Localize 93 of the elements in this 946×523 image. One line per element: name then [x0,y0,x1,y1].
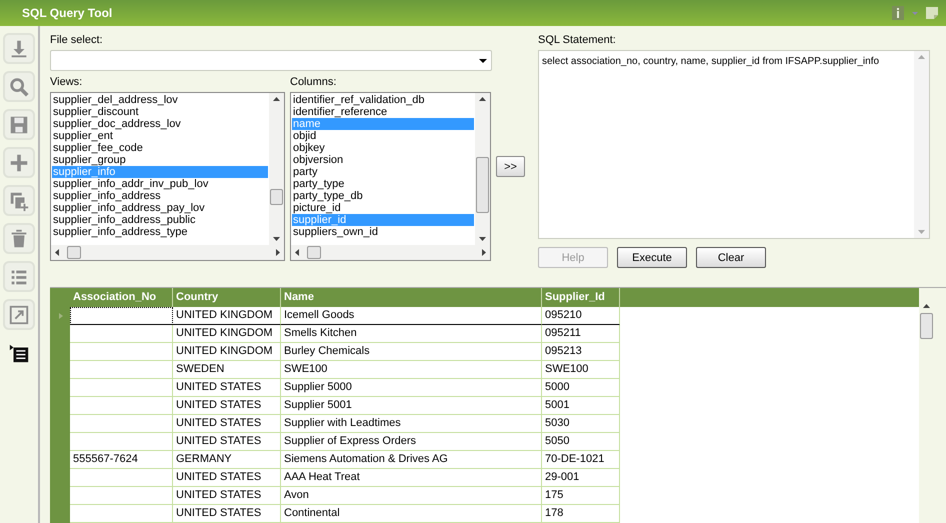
table-cell: 095211 [542,325,620,343]
list-item[interactable]: supplier_doc_address_lov [52,118,268,130]
list-item[interactable]: supplier_info_address [52,190,268,202]
table-cell: Avon [281,487,542,505]
info-icon[interactable] [892,6,904,20]
table-cell: 178 [542,505,620,523]
list-item[interactable]: supplier_info_address_public [52,214,268,226]
table-cell: 29-001 [542,469,620,487]
table-cell: GERMANY [173,451,281,469]
table-cell: 095213 [542,343,620,361]
list-label: Columns: [290,76,338,89]
table-cell: Siemens Automation & Drives AG [281,451,542,469]
table-cell: UNITED STATES [173,505,281,523]
scroll-up-icon[interactable] [479,97,486,101]
sql-text-area[interactable]: select association_no, country, name, supplier_id from IFSAPP.supplier_info [538,50,930,239]
scroll-left-icon[interactable] [295,249,299,256]
list-item[interactable]: objid [292,130,474,142]
scroll-thumb[interactable] [920,313,933,339]
list-item[interactable]: supplier_info_address_type [52,226,268,238]
table-cell: Burley Chemicals [281,343,542,361]
table-cell: 5050 [542,433,620,451]
table-cell: 175 [542,487,620,505]
list-item[interactable]: supplier_ent [52,130,268,142]
table-cell: 5000 [542,379,620,397]
file-select-dropdown[interactable] [50,50,492,71]
horizontal-scrollbar[interactable] [51,245,284,260]
scroll-thumb[interactable] [67,246,81,259]
table-cell: UNITED KINGDOM [173,325,281,343]
scroll-thumb[interactable] [476,157,489,213]
table-cell: 095210 [542,307,620,325]
list-label: Views: [50,76,84,89]
note-icon[interactable] [926,7,938,19]
list-item[interactable]: supplier_info_addr_inv_pub_lov [52,178,268,190]
table-cell: Icemell Goods [281,307,542,325]
list-item[interactable]: identifier_reference [292,106,474,118]
table-cell: Continental [281,505,542,523]
list-item[interactable]: objversion [292,154,474,166]
table-cell: SWE100 [542,361,620,379]
search-icon [8,76,30,98]
list-item[interactable]: suppliers_own_id [292,226,474,238]
table-cell: SWE100 [281,361,542,379]
table-cell: 555567-7624 [70,451,173,469]
list-item[interactable]: supplier_del_address_lov [52,94,268,106]
table-cell: 70-DE-1021 [542,451,620,469]
list-item[interactable]: supplier_discount [52,106,268,118]
window-title: SQL Query Tool [22,6,112,20]
action-button[interactable]: Execute [617,247,687,268]
add-columns-button[interactable]: >> [496,156,525,177]
scroll-down-icon[interactable] [273,237,280,241]
table-cell: UNITED STATES [173,379,281,397]
table-cell: Smells Kitchen [281,325,542,343]
table-cell: UNITED STATES [173,415,281,433]
current-row-icon [59,313,63,319]
list-item[interactable]: picture_id [292,202,474,214]
expand-icon [8,304,30,326]
field-label: File select: [50,34,104,47]
table-cell: UNITED KINGDOM [173,343,281,361]
list-item[interactable]: supplier_fee_code [52,142,268,154]
scroll-up-icon[interactable] [923,304,930,308]
scroll-left-icon[interactable] [55,249,59,256]
table-cell: UNITED STATES [173,469,281,487]
table-cell: Supplier with Leadtimes [281,415,542,433]
scroll-up-icon[interactable] [273,97,280,101]
list-item[interactable]: party_type [292,178,474,190]
horizontal-scrollbar[interactable] [291,245,490,260]
table-cell: SWEDEN [173,361,281,379]
table-cell: AAA Heat Treat [281,469,542,487]
table-cell: 5001 [542,397,620,415]
scroll-down-icon[interactable] [479,237,486,241]
dropdown-arrow-icon [479,59,487,63]
list-item[interactable]: party [292,166,474,178]
vertical-scrollbar[interactable] [269,93,284,245]
list-item[interactable]: party_type_db [292,190,474,202]
table-cell: UNITED STATES [173,433,281,451]
action-button[interactable]: Clear [696,247,766,268]
table-cell: Supplier 5001 [281,397,542,415]
list-item[interactable]: identifier_ref_validation_db [292,94,474,106]
list-item[interactable]: supplier_info_address_pay_lov [52,202,268,214]
scroll-thumb[interactable] [307,246,321,259]
field-label: SQL Statement: [538,34,617,47]
table-cell: UNITED KINGDOM [173,307,281,325]
vertical-scrollbar[interactable] [475,93,490,245]
scroll-right-icon[interactable] [276,249,280,256]
table-cell: 5030 [542,415,620,433]
scroll-right-icon[interactable] [482,249,486,256]
list-item[interactable]: objkey [292,142,474,154]
scroll-thumb[interactable] [270,189,283,205]
table-cell: UNITED STATES [173,487,281,505]
sql-text: select association_no, country, name, supplier_id from IFSAPP.supplier_info [541,55,880,69]
table-cell: Supplier of Express Orders [281,433,542,451]
table-cell: UNITED STATES [173,397,281,415]
table-cell: Supplier 5000 [281,379,542,397]
list-item[interactable]: supplier_group [52,154,268,166]
